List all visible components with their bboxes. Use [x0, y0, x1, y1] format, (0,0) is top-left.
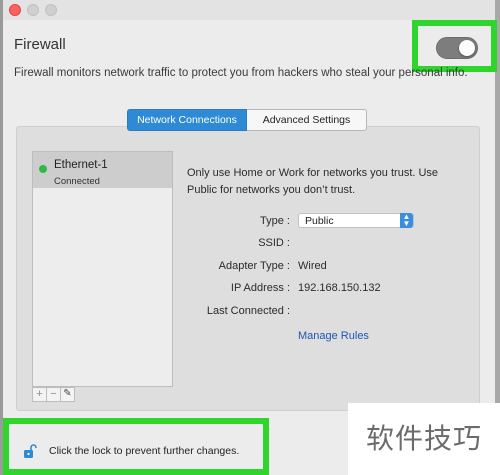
- connection-status: Connected: [54, 176, 100, 187]
- manage-rules-link[interactable]: Manage Rules: [298, 330, 369, 342]
- firewall-description: Firewall monitors network traffic to pro…: [14, 67, 468, 79]
- edit-connection-button[interactable]: ✎: [60, 387, 75, 402]
- tab-bar: Network Connections Advanced Settings: [127, 109, 367, 131]
- connection-list[interactable]: Ethernet-1 Connected: [32, 151, 173, 387]
- list-item[interactable]: Ethernet-1 Connected: [33, 152, 172, 188]
- lock-hint: Click the lock to prevent further change…: [49, 445, 240, 457]
- titlebar: [3, 0, 495, 20]
- ip-address-label: IP Address :: [230, 282, 290, 294]
- trust-hint: Only use Home or Work for networks you t…: [187, 167, 439, 196]
- zoom-window-button[interactable]: [45, 4, 57, 16]
- toggle-highlight: [412, 20, 497, 72]
- watermark: 软件技巧: [348, 403, 500, 475]
- minimize-window-button[interactable]: [27, 4, 39, 16]
- connection-details: Only use Home or Work for networks you t…: [177, 151, 468, 387]
- last-connected-label: Last Connected :: [206, 305, 290, 317]
- page-title: Firewall: [14, 36, 66, 53]
- connected-status-icon: [39, 165, 47, 173]
- firewall-toggle[interactable]: [436, 37, 478, 59]
- tab-advanced-settings[interactable]: Advanced Settings: [247, 109, 367, 131]
- network-type-select[interactable]: Public ▲ ▼: [298, 213, 414, 228]
- close-window-button[interactable]: [9, 4, 21, 16]
- ip-address-value: 192.168.150.132: [298, 282, 381, 294]
- connection-name: Ethernet-1: [54, 159, 108, 171]
- lock-highlight: Click the lock to prevent further change…: [3, 418, 269, 475]
- tab-network-connections[interactable]: Network Connections: [127, 109, 247, 131]
- lock-open-icon[interactable]: [22, 443, 38, 459]
- list-toolbar: + − ✎: [32, 387, 75, 402]
- add-connection-button[interactable]: +: [32, 387, 47, 402]
- pencil-icon: ✎: [63, 388, 72, 399]
- adapter-type-label: Adapter Type :: [218, 260, 290, 272]
- chevron-up-down-icon: ▲ ▼: [400, 213, 413, 228]
- ssid-label: SSID :: [258, 237, 290, 249]
- adapter-type-value: Wired: [298, 260, 327, 272]
- network-type-value: Public: [305, 215, 334, 227]
- type-label: Type :: [260, 215, 290, 227]
- remove-connection-button[interactable]: −: [46, 387, 61, 402]
- toggle-knob[interactable]: [459, 40, 475, 56]
